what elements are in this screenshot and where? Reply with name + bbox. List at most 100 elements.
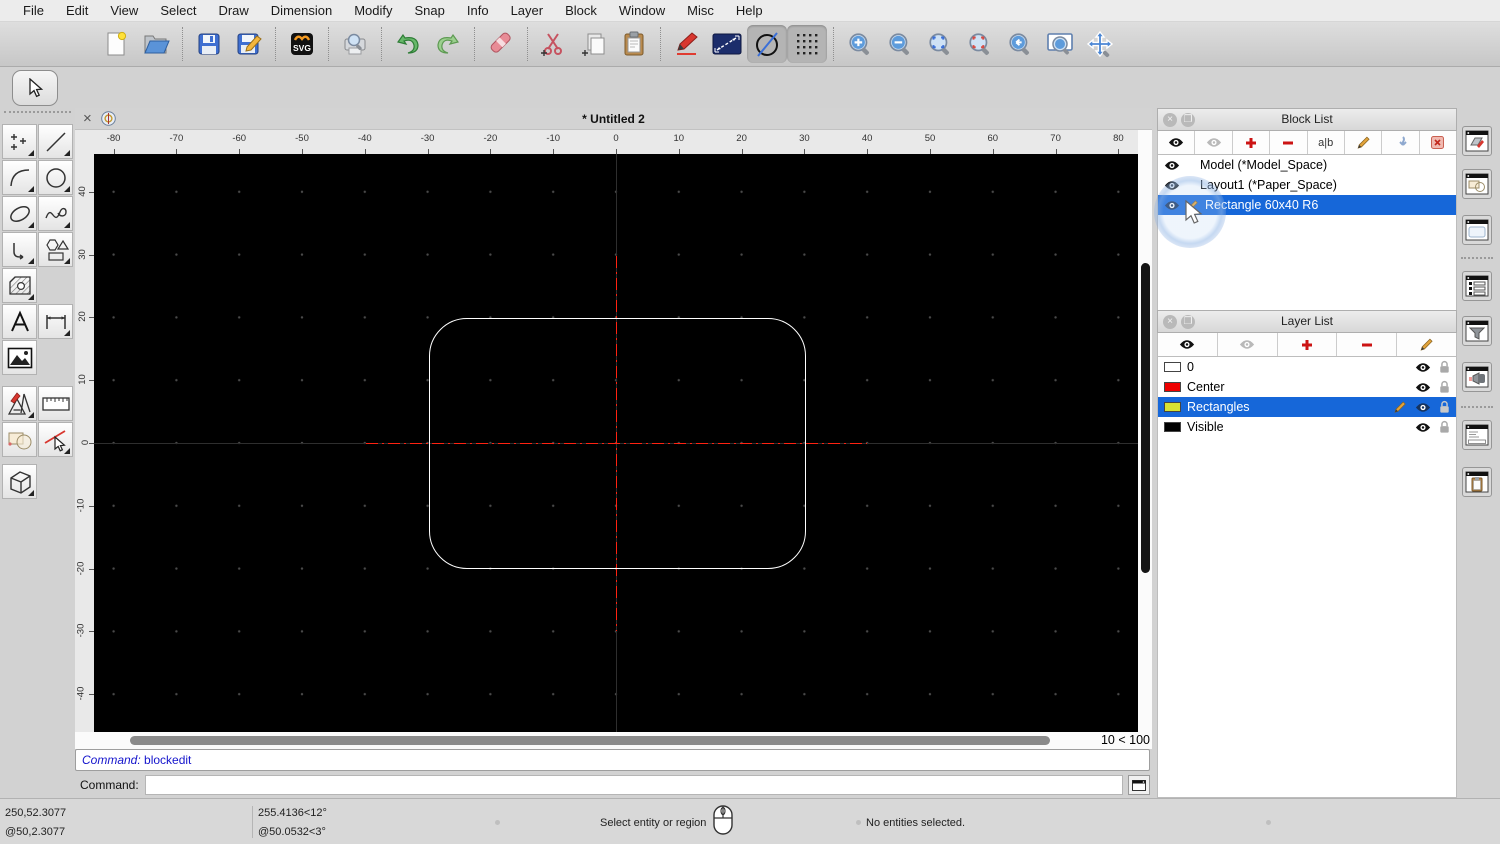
block-visibility-icon[interactable] bbox=[1164, 180, 1180, 191]
remove-layer-button[interactable] bbox=[1337, 333, 1398, 356]
menu-modify[interactable]: Modify bbox=[343, 3, 403, 18]
menu-select[interactable]: Select bbox=[149, 3, 207, 18]
menu-edit[interactable]: Edit bbox=[55, 3, 99, 18]
pan-button[interactable] bbox=[1080, 25, 1120, 63]
paste-button[interactable] bbox=[614, 25, 654, 63]
open-button[interactable] bbox=[136, 25, 176, 63]
block-tool-button[interactable] bbox=[2, 422, 37, 457]
modify-tool-button[interactable] bbox=[2, 386, 37, 421]
circle-tool-button[interactable] bbox=[38, 160, 73, 195]
save-as-button[interactable] bbox=[229, 25, 269, 63]
arc-tool-button[interactable] bbox=[2, 160, 37, 195]
layer-row-rectangles[interactable]: Rectangles bbox=[1158, 397, 1456, 417]
layer-visibility-icon[interactable] bbox=[1415, 402, 1431, 413]
zoom-window-button[interactable] bbox=[1040, 25, 1080, 63]
layer-visibility-icon[interactable] bbox=[1415, 422, 1431, 433]
menu-layer[interactable]: Layer bbox=[500, 3, 555, 18]
zoom-in-button[interactable] bbox=[840, 25, 880, 63]
layer-lock-icon[interactable] bbox=[1439, 400, 1450, 414]
shape-tool-button[interactable] bbox=[38, 232, 73, 267]
ellipse-tool-button[interactable] bbox=[2, 196, 37, 231]
layer-visibility-icon[interactable] bbox=[1415, 362, 1431, 373]
layer-lock-icon[interactable] bbox=[1439, 380, 1450, 394]
menu-window[interactable]: Window bbox=[608, 3, 676, 18]
layer-lock-icon[interactable] bbox=[1439, 360, 1450, 374]
menu-draw[interactable]: Draw bbox=[207, 3, 259, 18]
polyline-tool-button[interactable] bbox=[2, 232, 37, 267]
delete-button[interactable] bbox=[481, 25, 521, 63]
horizontal-scrollbar-thumb[interactable] bbox=[130, 736, 1050, 745]
selection-pointer-button[interactable] bbox=[12, 70, 58, 106]
selection-filter-panel-toggle[interactable] bbox=[1462, 316, 1492, 346]
menu-block[interactable]: Block bbox=[554, 3, 608, 18]
measure-distance-button[interactable] bbox=[707, 25, 747, 63]
new-document-button[interactable] bbox=[96, 25, 136, 63]
zoom-out-button[interactable] bbox=[880, 25, 920, 63]
block-visibility-icon[interactable] bbox=[1164, 160, 1180, 171]
print-preview-button[interactable] bbox=[335, 25, 375, 63]
hatch-tool-button[interactable] bbox=[2, 268, 37, 303]
layer-lock-icon[interactable] bbox=[1439, 420, 1450, 434]
edit-button[interactable] bbox=[667, 25, 707, 63]
layer-list-panel-toggle[interactable] bbox=[1462, 271, 1492, 301]
block-list-float-button[interactable]: ❐ bbox=[1181, 113, 1195, 127]
insert-block-button[interactable] bbox=[1382, 131, 1420, 154]
menu-file[interactable]: File bbox=[12, 3, 55, 18]
save-button[interactable] bbox=[189, 25, 229, 63]
zoom-redraw-button[interactable] bbox=[960, 25, 1000, 63]
menu-misc[interactable]: Misc bbox=[676, 3, 725, 18]
library-browser-panel-toggle[interactable] bbox=[1462, 169, 1492, 199]
solid-tool-button[interactable] bbox=[2, 464, 37, 499]
block-list-panel-toggle[interactable] bbox=[1462, 126, 1492, 156]
menu-info[interactable]: Info bbox=[456, 3, 500, 18]
layer-visibility-icon[interactable] bbox=[1415, 382, 1431, 393]
rename-block-button[interactable]: a|b bbox=[1308, 131, 1345, 154]
layer-row-visible[interactable]: Visible bbox=[1158, 417, 1456, 437]
line-tool-button[interactable] bbox=[38, 124, 73, 159]
remove-block-button[interactable] bbox=[1270, 131, 1308, 154]
edit-layer-button[interactable] bbox=[1397, 333, 1456, 356]
hide-all-blocks-button[interactable] bbox=[1195, 131, 1233, 154]
auto-zoom-button[interactable] bbox=[920, 25, 960, 63]
block-row-model[interactable]: Model (*Model_Space) bbox=[1158, 155, 1456, 175]
draft-mode-button[interactable] bbox=[747, 25, 787, 63]
add-block-button[interactable] bbox=[1233, 131, 1271, 154]
undo-button[interactable] bbox=[388, 25, 428, 63]
vertical-scrollbar[interactable] bbox=[1138, 130, 1152, 732]
copy-button[interactable] bbox=[574, 25, 614, 63]
select-entity-tool-button[interactable] bbox=[38, 422, 73, 457]
image-tool-button[interactable] bbox=[2, 340, 37, 375]
measure-tool-button[interactable] bbox=[38, 386, 73, 421]
show-all-blocks-button[interactable] bbox=[1158, 131, 1196, 154]
document-close-button[interactable]: × bbox=[83, 110, 92, 128]
block-row-layout1[interactable]: Layout1 (*Paper_Space) bbox=[1158, 175, 1456, 195]
command-input[interactable] bbox=[144, 775, 1123, 795]
show-all-layers-button[interactable] bbox=[1158, 333, 1218, 356]
drawing-canvas[interactable] bbox=[94, 154, 1138, 732]
layer-list-float-button[interactable]: ❐ bbox=[1181, 315, 1195, 329]
text-tool-button[interactable] bbox=[2, 304, 37, 339]
hide-all-layers-button[interactable] bbox=[1218, 333, 1278, 356]
command-window-toggle-button[interactable] bbox=[1128, 775, 1150, 795]
block-visibility-icon[interactable] bbox=[1164, 200, 1180, 211]
menu-help[interactable]: Help bbox=[725, 3, 774, 18]
menu-snap[interactable]: Snap bbox=[404, 3, 456, 18]
horizontal-scrollbar[interactable]: 10 < 100 bbox=[75, 732, 1152, 749]
property-editor-panel-toggle[interactable] bbox=[1462, 215, 1492, 245]
layer-row-0[interactable]: 0 bbox=[1158, 357, 1456, 377]
menu-view[interactable]: View bbox=[99, 3, 149, 18]
grid-button[interactable] bbox=[787, 25, 827, 63]
spline-tool-button[interactable] bbox=[38, 196, 73, 231]
svg-export-button[interactable]: SVG bbox=[282, 25, 322, 63]
redo-button[interactable] bbox=[428, 25, 468, 63]
point-tool-button[interactable] bbox=[2, 124, 37, 159]
previous-view-button[interactable] bbox=[1000, 25, 1040, 63]
remove-all-blocks-button[interactable] bbox=[1420, 131, 1456, 154]
view-panel-toggle[interactable] bbox=[1462, 362, 1492, 392]
rounded-rectangle-entity[interactable] bbox=[429, 318, 806, 569]
layer-list-close-button[interactable]: × bbox=[1163, 315, 1177, 329]
cut-button[interactable] bbox=[534, 25, 574, 63]
dimension-tool-button[interactable] bbox=[38, 304, 73, 339]
clipboard-panel-toggle[interactable] bbox=[1462, 467, 1492, 497]
menu-dimension[interactable]: Dimension bbox=[260, 3, 343, 18]
